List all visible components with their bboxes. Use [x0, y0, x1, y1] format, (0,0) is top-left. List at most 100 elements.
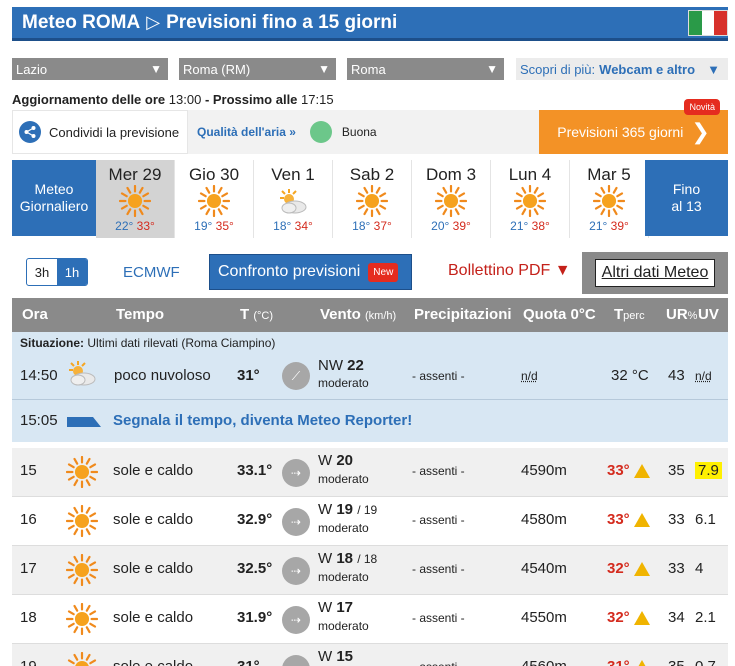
sun-icon — [491, 184, 569, 218]
row-tperc: 33° — [607, 462, 650, 479]
sun-icon — [65, 553, 99, 591]
partly-cloudy-icon — [254, 185, 332, 217]
day-min-temp: 18° — [352, 219, 371, 233]
header-precip: Precipitazioni — [414, 306, 512, 323]
forecast-row[interactable]: 17 sole e caldo 32.5° ⇢ W 18 / 18 modera… — [12, 546, 728, 595]
more-data-tab[interactable]: Altri dati Meteo — [582, 252, 728, 294]
situation-desc: poco nuvoloso — [114, 367, 211, 384]
row-tperc-value: 33° — [607, 462, 630, 479]
next-update-time: 17:15 — [301, 92, 334, 107]
triangle-right-icon: ▷ — [146, 12, 161, 32]
row-wind-gust: / 19 — [357, 503, 378, 517]
day-tab[interactable]: Ven 1 18° 34° — [254, 160, 333, 238]
row-uv: 2.1 — [695, 609, 716, 626]
day-strip: Meteo Giornaliero Mer 29 22° 33° Gio 30 19… — [12, 160, 728, 238]
bulletin-pdf-dropdown[interactable]: Bollettino PDF ▼ — [448, 262, 571, 280]
forecast-row[interactable]: 19 sole e caldo 31° ⇢ W 15 - assenti - 4… — [12, 644, 728, 666]
row-ur: 35 — [668, 462, 685, 479]
meteo-reporter-row[interactable]: 15:05 Segnala il tempo, diventa Meteo Re… — [12, 400, 728, 442]
row-quota: 4550m — [521, 609, 567, 626]
wind-direction-icon: ⟋ — [282, 362, 310, 390]
row-quota: 4560m — [521, 658, 567, 666]
wind-direction-icon: ⇢ — [282, 459, 310, 487]
forecast-365-button[interactable]: Previsioni 365 giorni ❯ Novità — [539, 99, 728, 154]
day-tab[interactable]: Gio 30 19° 35° — [175, 160, 254, 238]
current-situation: Situazione: Ultimi dati rilevati (Roma C… — [12, 332, 728, 442]
row-wind-speed: 20 — [336, 452, 354, 469]
warning-icon — [633, 562, 650, 577]
row-uv-value: 7.9 — [695, 462, 722, 479]
day-tab[interactable]: Lun 4 21° 38° — [491, 160, 570, 238]
region-select[interactable]: Lazio ▼ — [12, 58, 168, 80]
warning-icon — [633, 513, 650, 528]
row-wind: W 15 — [318, 648, 353, 665]
day-tab[interactable]: Mar 5 21° 39° — [570, 160, 649, 238]
row-wind: W 18 / 18 — [318, 550, 377, 567]
row-precip: - assenti - — [412, 562, 465, 576]
resolution-3h-button[interactable]: 3h — [27, 259, 57, 285]
air-quality-link[interactable]: Qualità dell'aria » Buona — [197, 110, 377, 154]
row-wind-desc: moderato — [318, 619, 369, 633]
row-quota: 4580m — [521, 511, 567, 528]
row-desc: sole e caldo — [113, 560, 194, 577]
day-min-temp: 19° — [194, 219, 213, 233]
page-header: Meteo ROMA ▷ Previsioni fino a 15 giorni — [12, 7, 728, 41]
header-vento-unit: (km/h) — [365, 310, 397, 322]
forecast-row[interactable]: 16 sole e caldo 32.9° ⇢ W 19 / 19 modera… — [12, 497, 728, 546]
forecast-row[interactable]: 15 sole e caldo 33.1° ⇢ W 20 moderato - … — [12, 448, 728, 497]
model-link[interactable]: ECMWF — [123, 264, 180, 281]
reporter-link[interactable]: Segnala il tempo, diventa Meteo Reporter… — [113, 412, 412, 429]
row-uv-value: 6.1 — [695, 511, 716, 528]
row-temp: 31° — [237, 658, 260, 666]
day-tab[interactable]: Sab 2 18° 37° — [333, 160, 412, 238]
scopri-value: Webcam e altro — [599, 61, 696, 77]
row-wind-speed: 19 — [336, 501, 354, 518]
day-label: Ven 1 — [271, 165, 315, 184]
new-badge: New — [368, 262, 399, 282]
row-wind: W 19 / 19 — [318, 501, 377, 518]
situation-uv: n/d — [695, 369, 712, 383]
day-min-temp: 21° — [589, 219, 608, 233]
row-wind-dir: W — [318, 550, 333, 567]
row-ur: 35 — [668, 658, 685, 666]
province-select[interactable]: Roma (RM) ▼ — [179, 58, 336, 80]
day-tab[interactable]: Dom 3 20° 39° — [412, 160, 491, 238]
sun-icon — [65, 602, 99, 640]
title-subtitle: Previsioni fino a 15 giorni — [166, 11, 398, 33]
compare-forecasts-button[interactable]: Confronto previsioni New — [209, 254, 412, 290]
row-tperc-value: 31° — [607, 658, 630, 666]
day-max-temp: 38° — [531, 219, 550, 233]
header-vento: Vento (km/h) — [320, 306, 396, 323]
row-tperc-value: 33° — [607, 511, 630, 528]
compare-forecasts-label: Confronto previsioni — [218, 263, 361, 280]
row-quota: 4590m — [521, 462, 567, 479]
situation-wind-speed: 22 — [347, 357, 364, 374]
sun-icon — [66, 651, 98, 666]
title-city: Meteo ROMA — [22, 11, 141, 33]
row-ur: 34 — [668, 609, 685, 626]
until-13-button[interactable]: Fino al 13 — [645, 160, 728, 236]
scopri-select[interactable]: Scopri di più: Webcam e altro ▼ — [516, 58, 728, 80]
city-select-value: Roma — [351, 61, 386, 77]
day-max-temp: 37° — [373, 219, 392, 233]
day-tab[interactable]: Mer 29 22° 33° — [96, 160, 175, 238]
resolution-1h-button[interactable]: 1h — [57, 259, 87, 285]
day-min-temp: 20° — [431, 219, 450, 233]
day-label: Mar 5 — [587, 165, 631, 184]
row-wind-desc: moderato — [318, 472, 369, 486]
row-temp: 32.5° — [237, 560, 273, 577]
forecast-row[interactable]: 18 sole e caldo 31.9° ⇢ W 17 moderato - … — [12, 595, 728, 644]
row-hour: 15 — [20, 462, 37, 479]
warning-icon — [633, 660, 650, 666]
situation-wind: NW 22 — [318, 357, 364, 374]
row-tperc: 31° — [607, 658, 650, 666]
situation-label: Situazione: Ultimi dati rilevati (Roma C… — [20, 336, 275, 350]
share-button[interactable]: Condividi la previsione — [12, 110, 188, 154]
situation-wind-dir: NW — [318, 357, 343, 374]
daily-weather-button[interactable]: Meteo Giornaliero — [12, 160, 96, 236]
header-ora: Ora — [22, 306, 48, 323]
city-select[interactable]: Roma ▼ — [347, 58, 504, 80]
header-temp-label: T — [240, 306, 250, 323]
air-quality-label: Qualità dell'aria » — [197, 125, 296, 139]
row-tperc-value: 32° — [607, 560, 630, 577]
